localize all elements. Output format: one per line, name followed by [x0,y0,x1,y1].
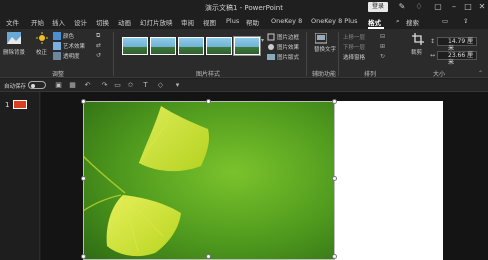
picture-border-icon[interactable] [267,33,275,41]
resize-handle-top[interactable] [206,99,211,104]
new-slide-icon[interactable]: ▦ [68,81,77,90]
lightbulb-icon[interactable]: ♢ [414,2,424,12]
picture-border-button[interactable]: 图片边框 [277,33,299,41]
divider [338,32,339,76]
height-input[interactable]: 14.79 厘米 [437,37,477,52]
transparency-icon[interactable] [53,52,61,60]
tab-transitions[interactable]: 切换 [96,17,109,27]
group-label-size: 大小 [433,71,446,78]
picture-style-4[interactable] [206,37,232,55]
tab-onekey8[interactable]: OneKey 8 [271,17,302,25]
slide-thumbnail-1[interactable] [13,100,27,109]
picture-style-3[interactable] [178,37,204,55]
slide-number: 1 [5,101,10,109]
divider [306,32,307,76]
group-label-adjust: 调整 [52,71,65,78]
alt-text-icon[interactable] [315,33,327,45]
pen-icon[interactable]: ✎ [397,2,407,12]
collapse-ribbon-icon[interactable]: ⌃ [478,70,486,78]
tab-onekey8-plus[interactable]: OneKey 8 Plus [311,17,358,25]
title-bar: 演示文稿1 - PowerPoint 登录 ✎ ♢ ▢ – □ ✕ [0,0,488,15]
rotate-icon[interactable]: ↻ [380,53,388,61]
tab-format[interactable]: 格式 [368,17,381,27]
shape-icon[interactable]: ◇ [156,81,165,90]
search-icon[interactable]: ⌕ [396,17,400,26]
slide-thumbnail-pane: 1 [0,92,40,260]
corrections-button[interactable]: 校正 [36,48,47,56]
resize-handle-left[interactable] [81,176,86,181]
picture-style-1[interactable] [122,37,148,55]
tab-help[interactable]: 帮助 [246,17,259,27]
picture-effects-icon[interactable] [267,43,275,51]
color-icon[interactable] [53,32,61,40]
autosave-label: 自动保存 [4,84,27,90]
crop-button[interactable]: 裁剪 [411,48,422,56]
tab-home[interactable]: 开始 [31,17,44,27]
share-icon[interactable]: ⇪ [463,17,468,25]
close-icon[interactable]: ✕ [477,2,487,12]
group-label-arrange: 排列 [364,71,377,78]
transparency-button[interactable]: 透明度 [63,52,80,60]
ginkgo-leaves-image [83,101,335,260]
resize-handle-right[interactable] [332,176,337,181]
send-backward-button[interactable]: 下移一层 [343,43,365,51]
remove-background-button[interactable]: 删除背景 [3,48,25,56]
tab-animations[interactable]: 动画 [118,17,131,27]
artistic-effects-button[interactable]: 艺术效果 [63,42,85,50]
picture-effects-button[interactable]: 图片效果 [277,43,299,51]
comment-icon[interactable]: ▭ [442,17,448,25]
group-icon[interactable]: ⊞ [380,43,388,51]
tab-design[interactable]: 设计 [74,17,87,27]
resize-handle-top-left[interactable] [81,99,86,104]
resize-handle-bottom[interactable] [206,254,211,259]
resize-handle-bottom-right[interactable] [332,254,337,259]
minimize-icon[interactable]: – [449,2,459,12]
reset-picture-icon[interactable]: ↺ [96,52,104,60]
ribbon-tabs: 文件 开始 插入 设计 切换 动画 幻灯片放映 审阅 视图 Plus 帮助 On… [0,15,488,29]
text-icon[interactable]: T [141,81,150,90]
present-icon[interactable]: ▭ [113,81,122,90]
tab-insert[interactable]: 插入 [52,17,65,27]
quick-access-toolbar: 自动保存 ▣ ▦ ↶ ↷ ▭ ✩ T ◇ ▾ [0,79,488,92]
tab-review[interactable]: 审阅 [181,17,194,27]
undo-icon[interactable]: ↶ [83,81,92,90]
color-button[interactable]: 颜色 [63,32,74,40]
selection-pane-button[interactable]: 选择窗格 [343,53,365,61]
restore-icon[interactable]: ▢ [433,2,443,12]
ribbon-format: 删除背景 校正 颜色 艺术效果 透明度 ⧉ ⇄ ↺ 调整 ▾ 图片边框 图片效果… [0,29,488,78]
login-button[interactable]: 登录 [368,2,388,12]
autosave-toggle[interactable] [28,81,46,89]
change-picture-icon[interactable]: ⇄ [96,42,104,50]
picture-layout-button[interactable]: 图片版式 [277,53,299,61]
group-label-picture-styles: 图片样式 [196,71,221,78]
picture-layout-icon[interactable] [267,53,275,61]
tab-slideshow[interactable]: 幻灯片放映 [140,17,173,27]
group-label-accessibility: 辅助功能 [312,71,337,78]
tab-file[interactable]: 文件 [6,17,19,27]
bring-forward-button[interactable]: 上移一层 [343,33,365,41]
width-input[interactable]: 23.66 厘米 [437,51,477,66]
save-icon[interactable]: ▣ [54,81,63,90]
star-icon[interactable]: ✩ [126,81,135,90]
resize-handle-bottom-left[interactable] [81,254,86,259]
crop-icon[interactable] [412,33,424,45]
customize-qat-icon[interactable]: ▾ [173,81,182,90]
compress-pictures-icon[interactable]: ⧉ [96,32,104,40]
tab-search[interactable]: 搜索 [406,17,419,27]
tab-view[interactable]: 视图 [203,17,216,27]
tab-plus[interactable]: Plus [226,17,239,25]
alt-text-button[interactable]: 替换文字 [314,47,336,54]
align-icon[interactable]: ⊟ [380,33,388,41]
maximize-icon[interactable]: □ [463,2,473,12]
corrections-icon[interactable] [36,32,48,44]
picture-style-5[interactable] [233,36,261,56]
ginkgo-picture[interactable] [83,101,335,260]
picture-style-2[interactable] [150,37,176,55]
artistic-effects-icon[interactable] [53,42,61,50]
remove-background-icon[interactable] [7,32,21,44]
resize-handle-top-right[interactable] [332,99,337,104]
redo-icon[interactable]: ↷ [100,81,109,90]
divider [113,32,114,76]
